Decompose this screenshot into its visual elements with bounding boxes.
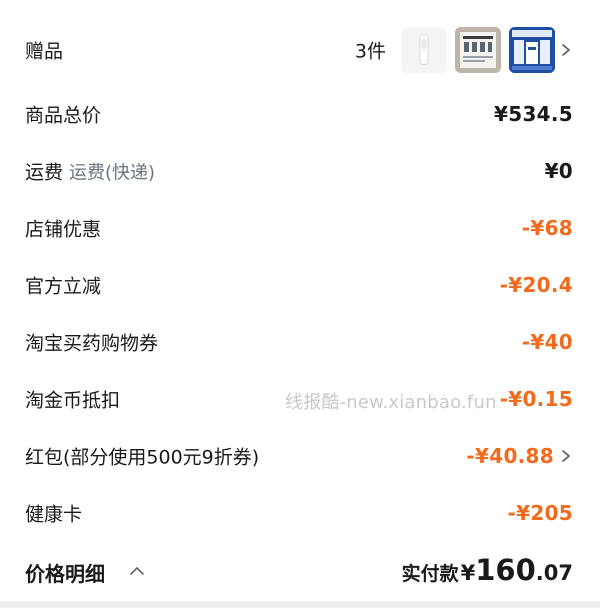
official-cut-value: -¥20.4 [499,273,573,297]
subtotal-row: 商品总价 ¥534.5 [0,86,600,142]
gold-coin-value: -¥0.15 [499,387,573,411]
chevron-up-icon[interactable] [129,563,145,579]
store-discount-row: 店铺优惠 -¥68 [0,200,600,256]
store-discount-label: 店铺优惠 [25,218,102,241]
shipping-label-text: 运费 [25,161,64,184]
bottom-divider [0,601,600,608]
official-cut-row: 官方立减 -¥20.4 [0,257,600,313]
total-label: 实付款 [401,563,459,585]
price-details-toggle[interactable]: 价格明细 [25,558,105,587]
health-card-row: 健康卡 -¥205 [0,485,600,541]
shipping-label: 运费 运费(快递) [25,158,155,185]
shipping-value: ¥0 [544,159,573,183]
red-packet-row[interactable]: 红包(部分使用500元9折券) -¥40.88 [0,428,600,484]
chevron-right-icon[interactable] [559,449,573,463]
gift-count: 3件 [354,40,386,63]
shipping-method: 运费(快递) [69,162,156,184]
gold-coin-label: 淘金币抵扣 [25,389,121,412]
total-integer: 160 [475,553,536,587]
total-currency: ¥ [460,561,476,585]
medicine-coupon-label: 淘宝买药购物券 [25,332,159,355]
total-decimal: .07 [535,561,573,585]
medicine-coupon-value: -¥40 [521,330,573,354]
chevron-right-icon[interactable] [559,43,573,57]
store-discount-value: -¥68 [521,216,573,240]
gift-label: 赠品 [25,40,64,63]
subtotal-label: 商品总价 [25,104,102,127]
subtotal-value: ¥534.5 [494,102,573,126]
instruction-card-thumb[interactable] [455,27,501,73]
toothbrush-head-thumb[interactable] [401,27,447,73]
health-card-value: -¥205 [507,501,573,525]
red-packet-value: -¥40.88 [466,444,554,468]
red-packet-label: 红包(部分使用500元9折券) [25,446,260,469]
shipping-row: 运费 运费(快递) ¥0 [0,143,600,199]
product-box-thumb[interactable] [509,27,555,73]
watermark-text: 线报酷-new.xianbao.fun [285,392,497,413]
gift-row[interactable]: 赠品 3件 [0,22,600,78]
medicine-coupon-row: 淘宝买药购物券 -¥40 [0,314,600,370]
official-cut-label: 官方立减 [25,275,102,298]
health-card-label: 健康卡 [25,503,83,526]
total-payment: 实付款¥160.07 [402,553,573,587]
